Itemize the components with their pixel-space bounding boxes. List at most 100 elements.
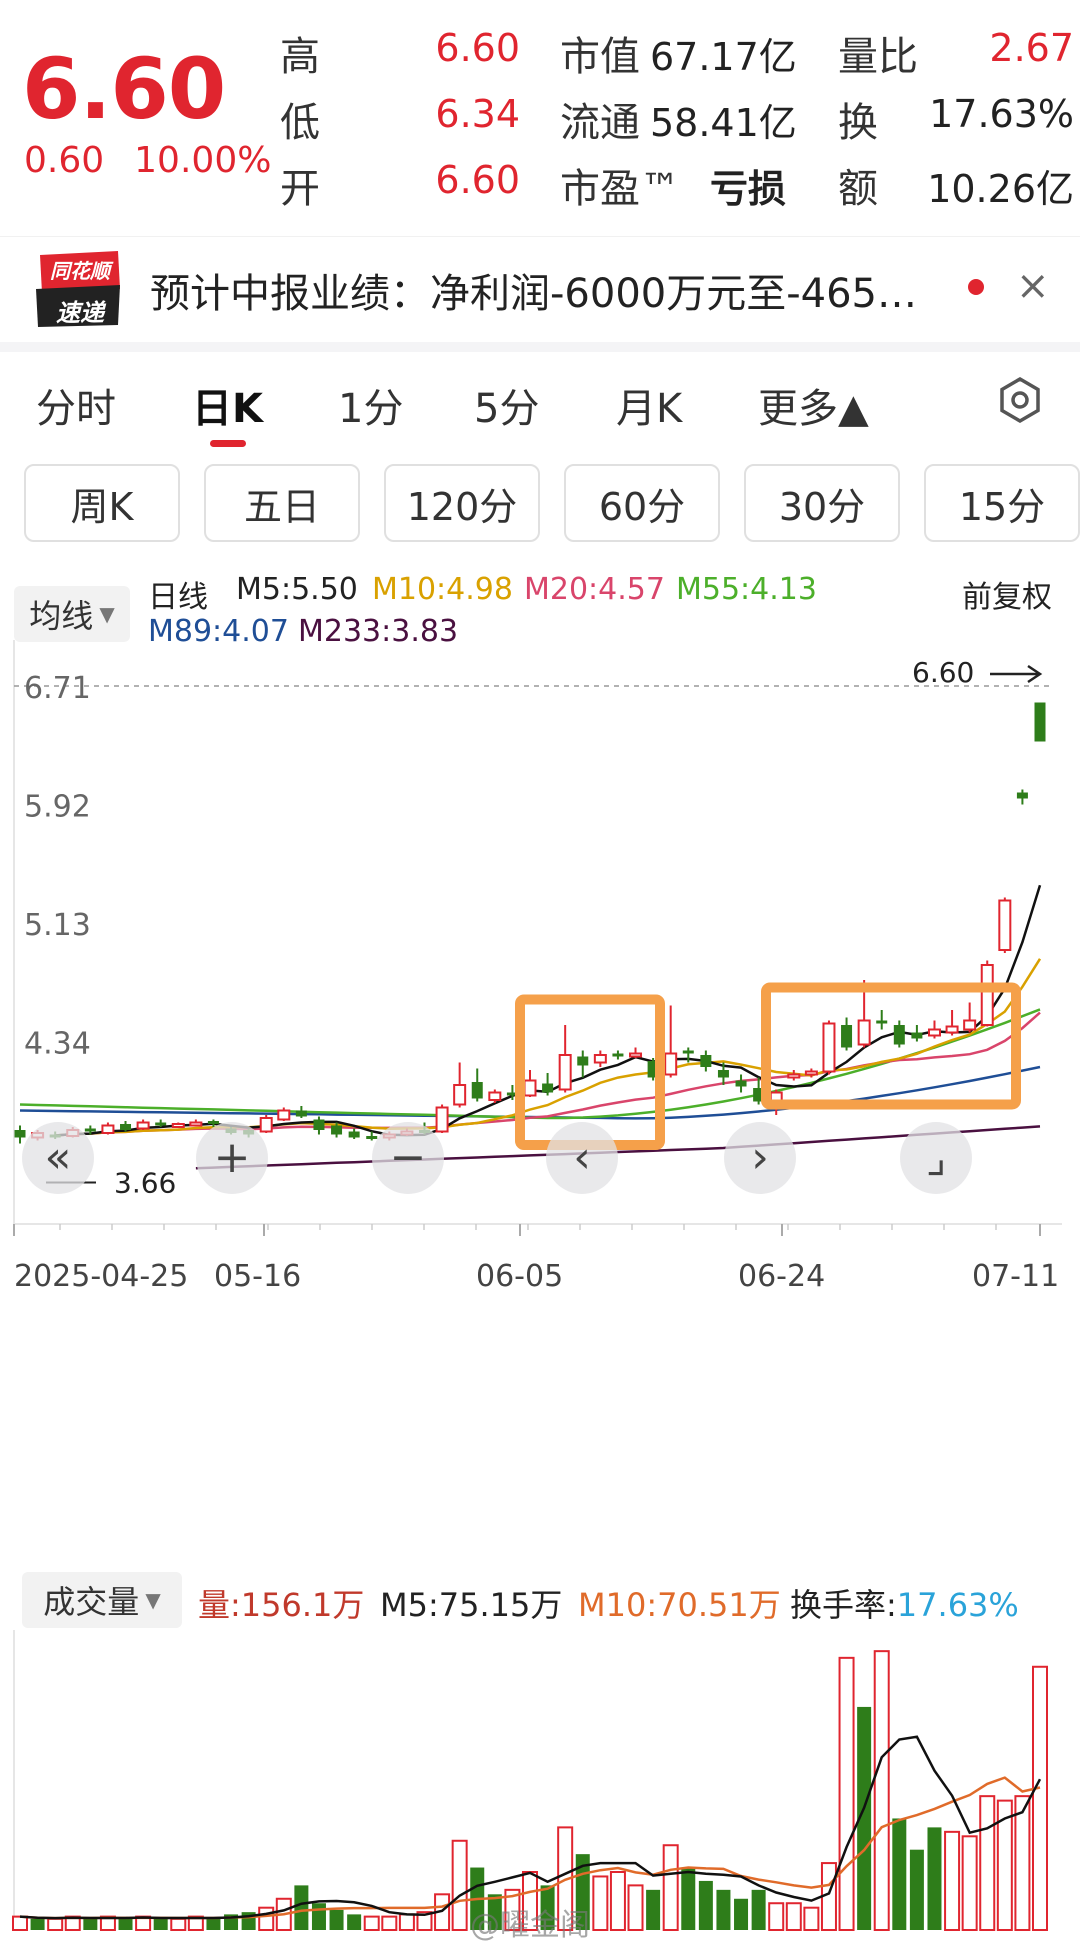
y-tick-label: 4.34 [24,1027,91,1062]
volume-selector[interactable]: 成交量 ▼ [22,1572,182,1628]
section-divider [0,342,1080,352]
volume-bar [1032,1665,1048,1932]
candlestick-chart[interactable]: 6.71 5.92 5.13 4.34 6.60 3.66 « + − ‹ › ⌟ 2025-04-25… [0,640,1080,1560]
candle-body [471,1082,483,1099]
high-value: 6.60 [435,26,520,70]
low-price-tag: 3.66 [114,1167,176,1200]
y-tick-label: 5.92 [24,790,91,825]
adjust-mode[interactable]: 前复权 [962,572,1052,616]
logo-text-top: 同花顺 [50,259,110,283]
pe-value: 亏损 [710,167,787,211]
tab-1min[interactable]: 1分 [338,376,403,434]
rewind-button[interactable]: « [22,1122,94,1194]
next-button[interactable]: › [724,1122,796,1194]
tab-5min[interactable]: 5分 [474,376,539,434]
candle-body [207,1121,219,1124]
candle-body [945,1025,959,1034]
volume-m10: M10:70.51万 [578,1586,781,1624]
volume-bar [47,1917,64,1932]
last-price-tag: 6.60 [912,656,974,689]
pill-120min[interactable]: 120分 [384,464,540,542]
turnover-rate-title: 换手率: [790,1586,897,1624]
open-value: 6.60 [435,158,520,202]
pill-15min[interactable]: 15分 [924,464,1080,542]
volume-bar [381,1915,398,1932]
volume-bar [30,1918,45,1930]
turnover-rate-value: 17.63% [896,1586,1019,1624]
logo-text-bottom: 速递 [56,299,104,327]
volume-bar [451,1839,468,1931]
volume-bar [609,1871,626,1931]
candle-body [259,1117,273,1133]
zoom-out-button[interactable]: − [372,1122,444,1194]
volume-bar [838,1656,855,1931]
candle-body [435,1106,449,1133]
candle-body [735,1080,747,1087]
settings-hex-icon[interactable] [996,376,1044,424]
volume-bar [646,1889,661,1930]
candle-body [488,1091,502,1101]
news-banner[interactable]: 同花顺 速递 预计中报业绩：净利润-6000万元至-465… × [0,236,1080,340]
next-button-icon: › [751,1132,769,1183]
volume-bar [662,1844,679,1932]
ths-logo: 同花顺 速递 [34,249,124,329]
prev-button-icon: ‹ [573,1132,591,1183]
ma-selector[interactable]: 均线 ▼ [14,586,130,642]
pill-30min[interactable]: 30分 [744,464,900,542]
candle-body [14,1130,26,1138]
volume-bar [1014,1795,1031,1931]
volume-ratio-label: 量比 [838,34,918,80]
amount-value: 10.26亿 [927,167,1074,211]
volume-bar [751,1889,766,1930]
turnover-rate-label: 换手率:17.63% [790,1580,1019,1626]
volume-bar [294,1885,309,1930]
candle-body [841,1025,853,1048]
volume-bar [83,1918,98,1930]
candle-body [453,1084,467,1106]
volume-bar [979,1795,996,1931]
candle-body [700,1055,712,1067]
pill-five-day[interactable]: 五日 [204,464,360,542]
ma20-label: M20:4.57 [524,572,665,607]
x-tick-label: 06-24 [738,1259,825,1294]
candle-body [593,1054,607,1064]
volume-bar [311,1903,326,1930]
zoom-out-button-icon: − [390,1132,427,1183]
zoom-in-button-icon: + [214,1132,251,1183]
candle-body [101,1124,115,1134]
close-icon[interactable]: × [1016,263,1050,309]
volume-bar [347,1914,362,1930]
candle-body [682,1050,694,1054]
candle-body [804,1070,818,1076]
candle-body [277,1109,291,1121]
volume-bar [681,1867,696,1930]
fullscreen-button[interactable]: ⌟ [900,1122,972,1194]
y-tick-label: 5.13 [24,908,91,943]
float-cap-label: 流通 [560,100,640,146]
active-tab-indicator [210,440,246,447]
tab-daily-k[interactable]: 日K [192,376,263,434]
candle-body [822,1022,836,1073]
open-label: 开 [280,166,320,212]
ma55-label: M55:4.13 [676,572,817,607]
candle-body [171,1123,185,1128]
pill-weekly-k[interactable]: 周K [24,464,180,542]
low-value: 6.34 [435,92,520,136]
pe-label: 市盈™ [560,166,680,212]
pill-60min[interactable]: 60分 [564,464,720,542]
volume-bar [118,1918,133,1930]
tab-monthly-k[interactable]: 月K [616,376,682,434]
news-headline[interactable]: 预计中报业绩：净利润-6000万元至-465… [150,261,960,319]
tab-intraday[interactable]: 分时 [36,376,116,434]
zoom-in-button[interactable]: + [196,1122,268,1194]
volume-bar [258,1906,275,1932]
dropdown-icon: ▼ [145,1588,161,1612]
turnover-value: 17.63% [929,92,1074,136]
tab-more[interactable]: 更多▲ [758,376,869,434]
candle-body [787,1073,801,1079]
volume-chart[interactable] [0,1630,1080,1940]
candle-body [155,1122,167,1126]
prev-button[interactable]: ‹ [546,1122,618,1194]
y-tick-label: 6.71 [24,671,91,706]
candle-body [911,1032,923,1039]
